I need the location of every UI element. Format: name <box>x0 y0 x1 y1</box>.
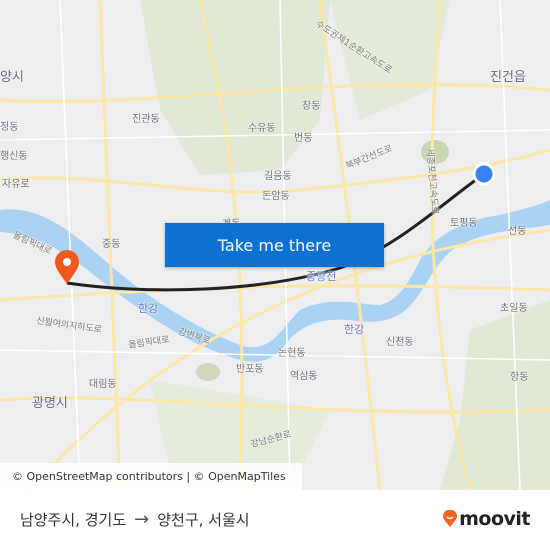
map-label: 길음동 <box>264 171 292 182</box>
moovit-logo: moovit <box>443 508 530 530</box>
map-label: 돈암동 <box>262 191 290 202</box>
map-label: 창동 <box>302 101 321 112</box>
map-label: 한강 <box>138 302 159 315</box>
map-label: 역삼동 <box>290 371 318 382</box>
map-label: 광명시 <box>32 396 68 411</box>
map-label: 수유동 <box>248 123 276 134</box>
map-label: 대림동 <box>89 379 117 390</box>
map-label: 자유로 <box>2 179 30 190</box>
park-area <box>440 300 550 490</box>
map-label: 정동 <box>0 122 19 133</box>
map-label: 행신동 <box>0 151 28 162</box>
map-label: 진관동 <box>132 114 160 125</box>
destination-pin-icon <box>55 250 79 284</box>
map-label: 한강 <box>344 323 365 336</box>
origin-marker <box>472 162 496 186</box>
map-label: 신천동 <box>386 337 414 348</box>
logo-text: moovit <box>459 508 530 530</box>
map-label: 반포동 <box>236 364 264 375</box>
map-label: 진건읍 <box>490 70 526 85</box>
footer: 남양주시, 경기도 → 양천구, 서울시 moovit <box>0 490 550 550</box>
route-title: 남양주시, 경기도 → 양천구, 서울시 <box>20 509 250 530</box>
map-label: 중랑천 <box>306 270 337 283</box>
map-label: 선동 <box>508 226 527 237</box>
map-label: 중동 <box>102 239 121 250</box>
map-label: 토평동 <box>450 218 478 229</box>
origin-name: 남양주시, 경기도 <box>20 511 127 529</box>
arrow-right-icon: → <box>134 509 150 530</box>
map-label: 번동 <box>294 133 313 144</box>
map-label: 논현동 <box>278 348 306 359</box>
map-label: 항동 <box>510 372 529 383</box>
moovit-pin-icon <box>443 510 458 527</box>
take-me-there-button[interactable]: Take me there <box>165 223 384 267</box>
map-attribution[interactable]: © OpenStreetMap contributors | © OpenMap… <box>0 463 302 490</box>
park-area <box>330 0 450 120</box>
destination-name: 양천구, 서울시 <box>157 511 250 529</box>
map[interactable]: 진건읍 양시 진관동 수유동 창동 번동 길음동 돈암동 정동 행신동 자유로 … <box>0 0 550 490</box>
map-label: 양시 <box>0 70 24 85</box>
park-area <box>196 363 220 381</box>
map-label: 초일동 <box>500 303 528 314</box>
